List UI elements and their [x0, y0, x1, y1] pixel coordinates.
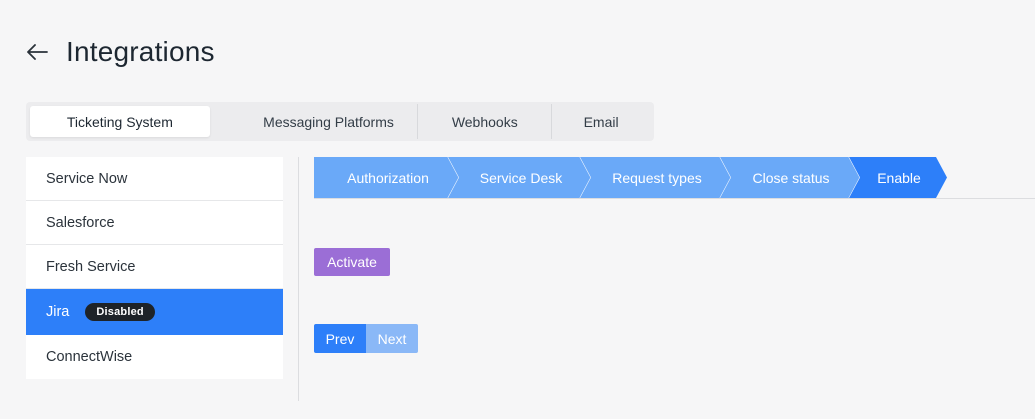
- arrow-left-icon[interactable]: [26, 40, 50, 64]
- sidebar-item-label: Jira: [46, 303, 70, 320]
- integration-tabs: Ticketing System Messaging Platforms Web…: [26, 102, 654, 141]
- setup-stepper: Authorization Service Desk Request types…: [314, 157, 954, 198]
- tab-ticketing-system[interactable]: Ticketing System: [30, 106, 210, 137]
- sidebar-item-connectwise[interactable]: ConnectWise: [26, 335, 283, 379]
- sidebar-item-jira[interactable]: Jira Disabled: [26, 289, 283, 335]
- sidebar-item-salesforce[interactable]: Salesforce: [26, 201, 283, 245]
- page-title: Integrations: [66, 36, 215, 67]
- step-service-desk[interactable]: Service Desk: [448, 157, 592, 198]
- step-label: Enable: [877, 170, 921, 186]
- tab-messaging-platforms[interactable]: Messaging Platforms: [240, 106, 418, 137]
- activate-button[interactable]: Activate: [314, 248, 390, 276]
- vertical-divider: [298, 157, 299, 401]
- sidebar-item-label: Fresh Service: [46, 258, 136, 275]
- tab-email[interactable]: Email: [552, 106, 650, 137]
- next-button[interactable]: Next: [366, 324, 418, 353]
- step-label: Request types: [612, 170, 702, 186]
- step-pager: Prev Next: [314, 324, 418, 353]
- step-label: Authorization: [347, 170, 429, 186]
- sidebar-item-label: Salesforce: [46, 214, 115, 231]
- sidebar-item-label: Service Now: [46, 170, 128, 187]
- prev-button[interactable]: Prev: [314, 324, 366, 353]
- step-authorization[interactable]: Authorization: [314, 157, 460, 198]
- step-label: Service Desk: [480, 170, 563, 186]
- sidebar-item-fresh-service[interactable]: Fresh Service: [26, 245, 283, 289]
- page-header: Integrations: [26, 36, 215, 68]
- steps-underline: [314, 198, 1035, 199]
- sidebar-item-service-now[interactable]: Service Now: [26, 157, 283, 201]
- status-badge: Disabled: [85, 302, 155, 321]
- ticketing-sidebar: Service Now Salesforce Fresh Service Jir…: [26, 157, 283, 379]
- step-close-status[interactable]: Close status: [720, 157, 861, 198]
- tab-webhooks[interactable]: Webhooks: [418, 106, 551, 137]
- sidebar-item-label: ConnectWise: [46, 349, 133, 365]
- step-label: Close status: [752, 170, 829, 186]
- step-enable[interactable]: Enable: [849, 157, 947, 198]
- step-request-types[interactable]: Request types: [580, 157, 732, 198]
